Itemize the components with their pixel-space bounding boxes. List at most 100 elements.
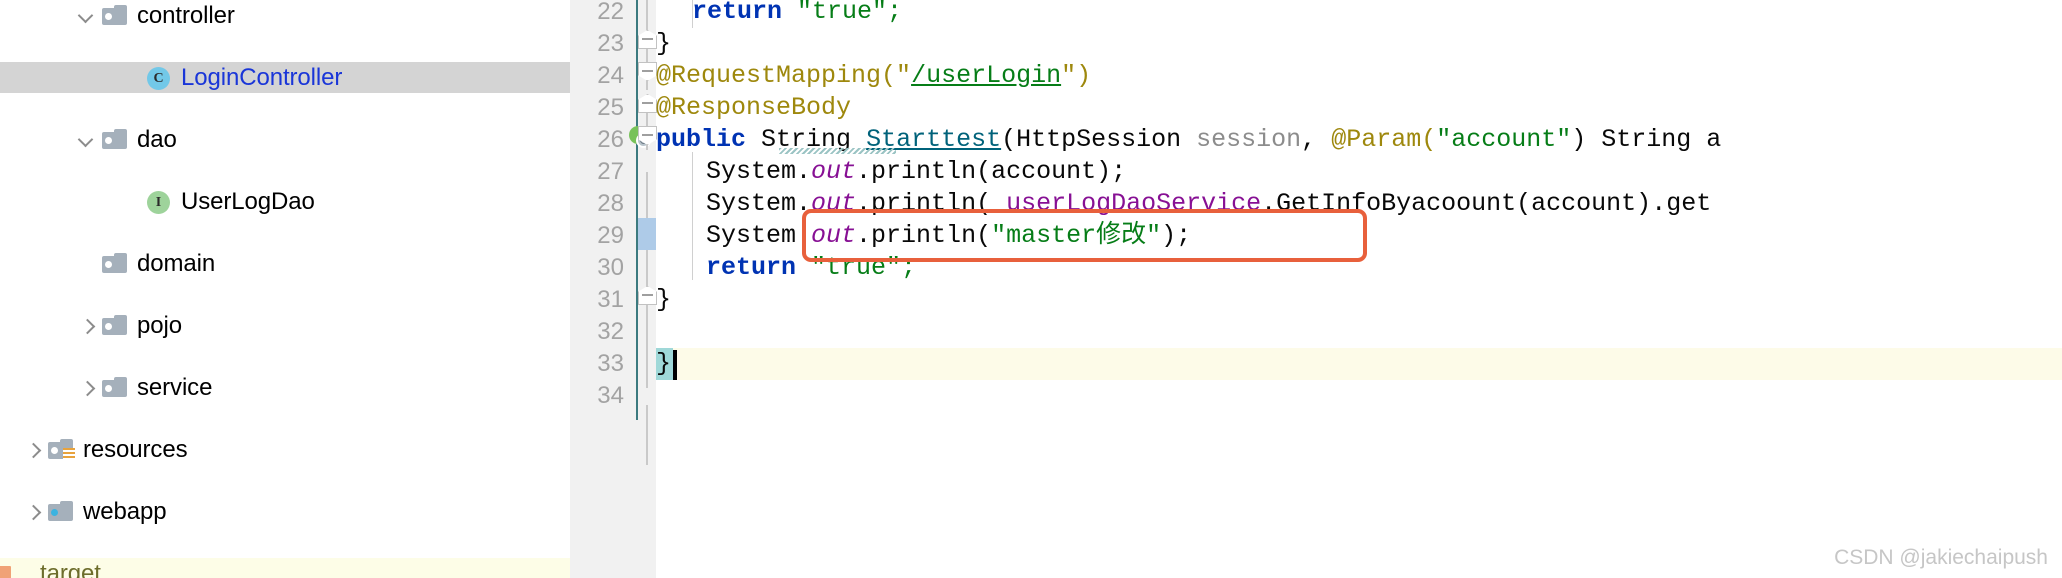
code-line-22: return "true";: [692, 0, 902, 28]
line-number: 22: [597, 0, 624, 25]
code-line-27: System.out.println(account);: [706, 156, 1126, 188]
tree-item-target[interactable]: target: [0, 558, 570, 578]
comma: ,: [1301, 125, 1332, 154]
java-class-icon: [144, 65, 174, 91]
typo-squiggle-underline: [779, 148, 896, 154]
closing-brace: }: [656, 29, 672, 58]
tree-item-label: dao: [137, 125, 177, 153]
tree-item-label: pojo: [137, 311, 182, 339]
keyword-return: return: [692, 0, 783, 26]
code-line-25: @ResponseBody: [656, 92, 851, 124]
tree-item-label: domain: [137, 249, 216, 277]
resources-folder-icon: [46, 437, 76, 463]
tree-item-service[interactable]: service: [0, 372, 570, 403]
tree-item-userlogdao[interactable]: UserLogDao: [0, 186, 570, 217]
vcs-modified-marker[interactable]: [638, 218, 656, 250]
code-line-33: }: [656, 348, 671, 380]
closing-brace: }: [656, 349, 672, 378]
code-line-24: @RequestMapping("/userLogin"): [656, 60, 1091, 92]
tree-item-label: service: [137, 373, 213, 401]
tree-item-webapp[interactable]: webapp: [0, 496, 570, 527]
line-number: 26: [597, 126, 624, 153]
no-chevron-icon: [118, 65, 144, 91]
fold-collapse-icon[interactable]: [638, 30, 657, 49]
line-number: 33: [597, 350, 624, 377]
param-httpsession: (HttpSession: [1001, 125, 1197, 154]
param-session: session: [1196, 125, 1302, 154]
line-number: 25: [597, 94, 624, 121]
annotation-close-paren: "): [1061, 61, 1092, 90]
tree-item-label: UserLogDao: [181, 187, 315, 215]
tree-item-logincontroller[interactable]: LoginController: [0, 62, 570, 93]
annotation-responsebody: @ResponseBody: [656, 93, 852, 122]
line-number: 34: [597, 382, 624, 409]
line-number: 23: [597, 30, 624, 57]
tree-item-domain[interactable]: domain: [0, 248, 570, 279]
editor-gutter[interactable]: 22 23 24 25 26 27 28 29 30 31 32 33 34: [570, 0, 657, 578]
folder-icon: [100, 251, 130, 277]
tree-item-label: target: [40, 559, 101, 578]
line-number: 32: [597, 318, 624, 345]
folder-icon: [100, 127, 130, 153]
line-number: 30: [597, 254, 624, 281]
fold-collapse-icon[interactable]: [638, 62, 657, 81]
csdn-watermark: CSDN @jakiechaipush: [1834, 546, 2048, 569]
line-number: 29: [597, 222, 624, 249]
string-literal: "true";: [797, 0, 903, 26]
chevron-down-icon[interactable]: [74, 127, 100, 153]
fold-connector: [646, 0, 648, 30]
fold-connector: [646, 372, 648, 388]
annotation-open-paren: (": [881, 61, 912, 90]
tree-item-resources[interactable]: resources: [0, 434, 570, 465]
system-ref: System.: [706, 157, 812, 186]
java-interface-icon: [144, 189, 174, 215]
text-caret: [673, 350, 677, 380]
keyword-public: public: [656, 125, 747, 154]
keyword-return: return: [706, 253, 797, 282]
tree-item-label: resources: [83, 435, 188, 463]
project-tree-panel[interactable]: controller LoginController dao UserLogDa…: [0, 0, 570, 578]
string-literal-account: "account": [1436, 125, 1572, 154]
annotation-requestmapping: @RequestMapping: [656, 61, 882, 90]
fold-collapse-icon[interactable]: [638, 126, 657, 145]
field-out: out: [811, 157, 857, 186]
line-number: 31: [597, 286, 624, 313]
system-ref: System.: [706, 221, 812, 250]
line-number: 27: [597, 158, 624, 185]
annotation-highlight-box: [802, 209, 1367, 262]
tree-item-dao[interactable]: dao: [0, 124, 570, 155]
code-editor[interactable]: 22 23 24 25 26 27 28 29 30 31 32 33 34 r…: [570, 0, 2062, 578]
ide-window: controller LoginController dao UserLogDa…: [0, 0, 2062, 578]
folder-icon: [100, 3, 130, 29]
println-call: .println(account);: [856, 157, 1127, 186]
tree-item-label: webapp: [83, 497, 167, 525]
fold-connector: [646, 172, 648, 372]
fold-collapse-icon[interactable]: [638, 94, 657, 113]
chevron-right-icon[interactable]: [74, 375, 100, 401]
lparen: (: [1421, 125, 1437, 154]
fold-collapse-icon[interactable]: [638, 286, 657, 305]
indent-guide: [692, 152, 693, 280]
chevron-right-icon[interactable]: [20, 499, 46, 525]
code-line-31: }: [656, 284, 671, 316]
chevron-down-icon[interactable]: [74, 3, 100, 29]
url-path-literal[interactable]: /userLogin: [911, 61, 1061, 90]
target-module-icon: [0, 561, 30, 578]
type-string-clipped: String a: [1601, 125, 1722, 154]
folder-icon: [100, 313, 130, 339]
line-number: 28: [597, 190, 624, 217]
chevron-right-icon[interactable]: [74, 313, 100, 339]
webapp-folder-icon: [46, 499, 76, 525]
line-number: 24: [597, 62, 624, 89]
tree-item-controller[interactable]: controller: [0, 0, 570, 31]
tree-item-pojo[interactable]: pojo: [0, 310, 570, 341]
closing-brace: }: [656, 285, 672, 314]
fold-connector: [646, 405, 648, 465]
rparen: ): [1571, 125, 1602, 154]
system-ref: System.: [706, 189, 812, 218]
tree-item-label: controller: [137, 1, 235, 29]
code-text-area[interactable]: return "true"; } @RequestMapping("/userL…: [656, 0, 2062, 578]
no-chevron-icon: [118, 189, 144, 215]
chevron-right-icon[interactable]: [20, 437, 46, 463]
code-line-23: }: [656, 28, 671, 60]
